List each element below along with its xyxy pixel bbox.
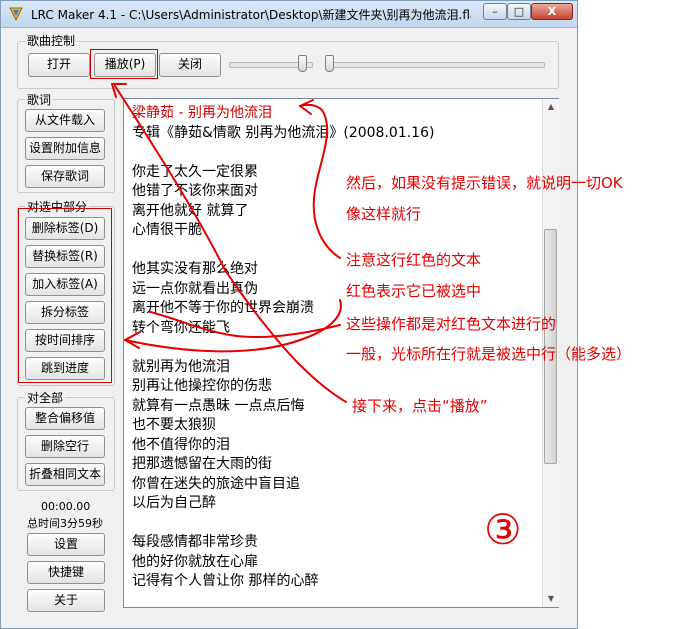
arrow-to-red-line-head bbox=[299, 99, 314, 115]
arrow-to-play-curve bbox=[114, 85, 347, 403]
arrow-to-red-line-curve bbox=[299, 103, 341, 259]
to-selected-group-line bbox=[149, 311, 341, 338]
annotation-drawing bbox=[111, 83, 347, 403]
bracket-loop bbox=[124, 299, 342, 353]
